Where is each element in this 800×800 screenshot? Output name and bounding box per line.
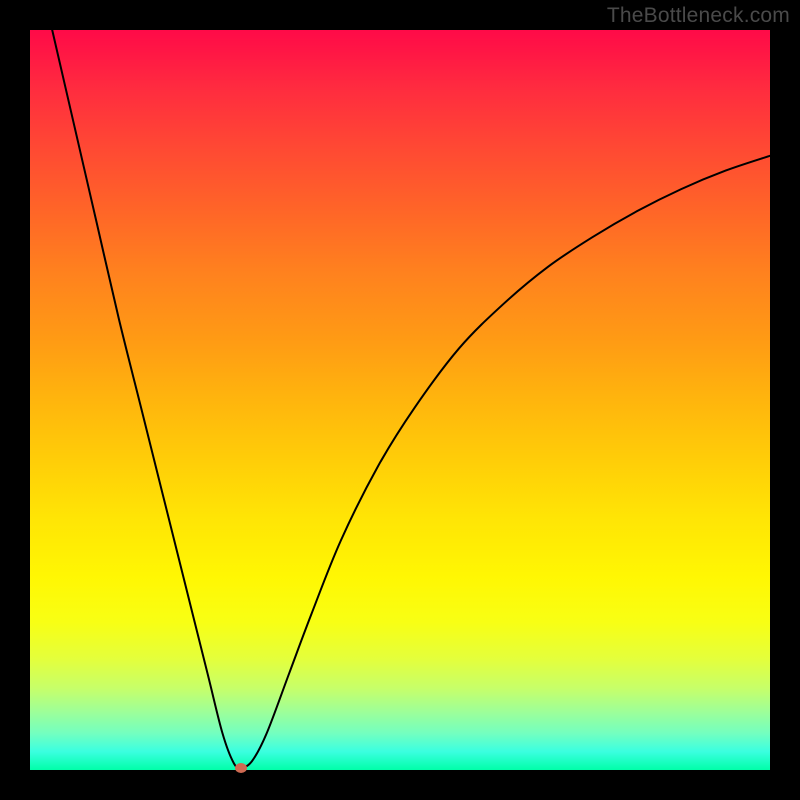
curve-svg	[30, 30, 770, 770]
plot-area	[30, 30, 770, 770]
curve-minimum-marker	[235, 763, 247, 773]
bottleneck-curve	[52, 30, 770, 768]
watermark-text: TheBottleneck.com	[607, 4, 790, 28]
chart-container: TheBottleneck.com	[0, 0, 800, 800]
